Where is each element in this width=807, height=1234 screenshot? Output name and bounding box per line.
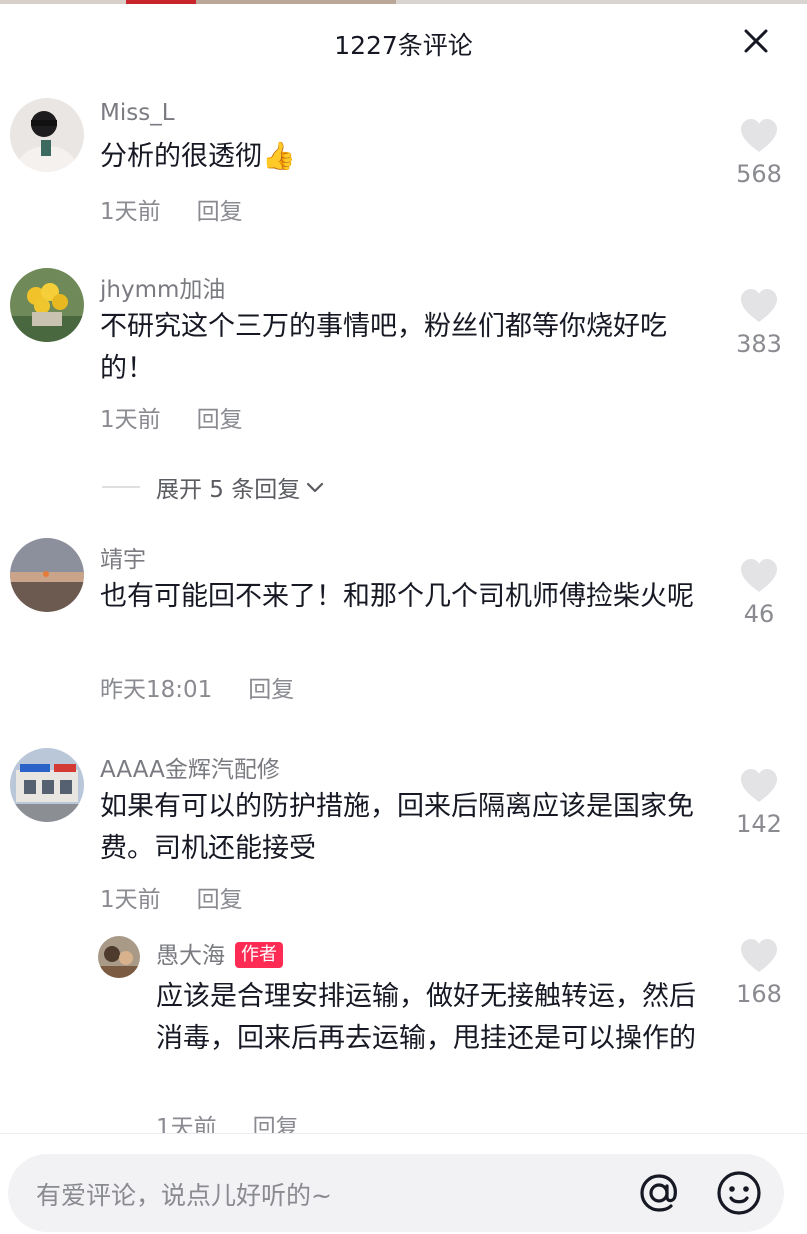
expand-replies-label: 展开 5 条回复 xyxy=(156,477,301,503)
comment-item: 靖宇 也有可能回不来了！和那个几个司机师傅捡柴火呢 昨天18:01 回复 46 xyxy=(0,536,807,716)
comment-input-placeholder: 有爱评论，说点儿好听的~ xyxy=(36,1181,332,1210)
comment-meta: 昨天18:01 回复 xyxy=(100,670,294,704)
chevron-down-icon xyxy=(307,482,324,493)
comment-item: jhymm加油 不研究这个三万的事情吧，粉丝们都等你烧好吃的！ 1天前 回复 38… xyxy=(0,266,807,446)
reply-username-text[interactable]: 愚大海 xyxy=(156,943,225,969)
comment-meta: 1天前 回复 xyxy=(100,192,243,226)
avatar[interactable] xyxy=(10,538,84,612)
reply-username: 愚大海 作者 xyxy=(156,936,283,970)
heart-icon xyxy=(741,939,777,972)
comments-header: 1227条评论 xyxy=(0,0,807,84)
comment-username[interactable]: jhymm加油 xyxy=(100,270,225,304)
reply-button[interactable]: 回复 xyxy=(197,407,243,433)
at-icon[interactable] xyxy=(634,1168,684,1218)
expand-replies-button[interactable]: 展开 5 条回复 xyxy=(102,470,326,504)
comment-username[interactable]: 靖宇 xyxy=(100,540,146,574)
comment-username[interactable]: Miss_L xyxy=(100,100,175,126)
like-count: 168 xyxy=(736,980,782,1008)
comment-input-bar: 有爱评论，说点儿好听的~ xyxy=(0,1133,807,1234)
like-button[interactable]: 383 xyxy=(729,288,789,358)
avatar[interactable] xyxy=(98,936,140,978)
like-count: 46 xyxy=(743,600,775,628)
avatar[interactable] xyxy=(10,98,84,172)
emoji-icon[interactable] xyxy=(714,1168,764,1218)
comment-time: 1天前 xyxy=(100,407,161,433)
reply-button[interactable]: 回复 xyxy=(248,677,294,703)
comment-meta: 1天前 回复 xyxy=(100,400,243,434)
comment-text: 也有可能回不来了！和那个几个司机师傅捡柴火呢 xyxy=(100,581,694,612)
comment-text: 分析的很透彻👍 xyxy=(100,141,296,172)
heart-icon xyxy=(741,289,777,322)
author-badge: 作者 xyxy=(235,942,283,968)
comment-item: Miss_L 分析的很透彻👍 1天前 回复 568 xyxy=(0,96,807,236)
comment-input[interactable]: 有爱评论，说点儿好听的~ xyxy=(8,1154,784,1232)
heart-icon xyxy=(741,119,777,152)
comment-text: 如果有可以的防护措施，回来后隔离应该是国家免费。司机还能接受 xyxy=(100,791,694,864)
like-button[interactable]: 568 xyxy=(729,118,789,188)
comment-time: 昨天18:01 xyxy=(100,677,213,703)
comment-username[interactable]: AAAA金辉汽配修 xyxy=(100,750,280,784)
like-button[interactable]: 46 xyxy=(729,558,789,628)
avatar[interactable] xyxy=(10,268,84,342)
avatar[interactable] xyxy=(10,748,84,822)
comment-text: 不研究这个三万的事情吧，粉丝们都等你烧好吃的！ xyxy=(100,311,667,384)
comment-time: 1天前 xyxy=(100,199,161,225)
reply-item: 愚大海 作者 应该是合理安排运输，做好无接触转运，然后消毒，回来后再去运输，甩挂还… xyxy=(0,932,807,1141)
reply-button[interactable]: 回复 xyxy=(197,887,243,913)
close-icon[interactable] xyxy=(741,26,771,56)
like-count: 142 xyxy=(736,810,782,838)
comment-time: 1天前 xyxy=(100,887,161,913)
like-button[interactable]: 142 xyxy=(729,768,789,838)
expand-divider xyxy=(102,486,140,488)
comment-item: AAAA金辉汽配修 如果有可以的防护措施，回来后隔离应该是国家免费。司机还能接受… xyxy=(0,746,807,926)
like-count: 383 xyxy=(736,330,782,358)
comment-meta: 1天前 回复 xyxy=(100,880,243,914)
reply-text: 应该是合理安排运输，做好无接触转运，然后消毒，回来后再去运输，甩挂还是可以操作的 xyxy=(156,981,696,1054)
heart-icon xyxy=(741,559,777,592)
like-count: 568 xyxy=(736,160,782,188)
heart-icon xyxy=(741,769,777,802)
comment-count-title: 1227条评论 xyxy=(334,31,473,60)
like-button[interactable]: 168 xyxy=(729,938,789,1008)
reply-button[interactable]: 回复 xyxy=(197,199,243,225)
